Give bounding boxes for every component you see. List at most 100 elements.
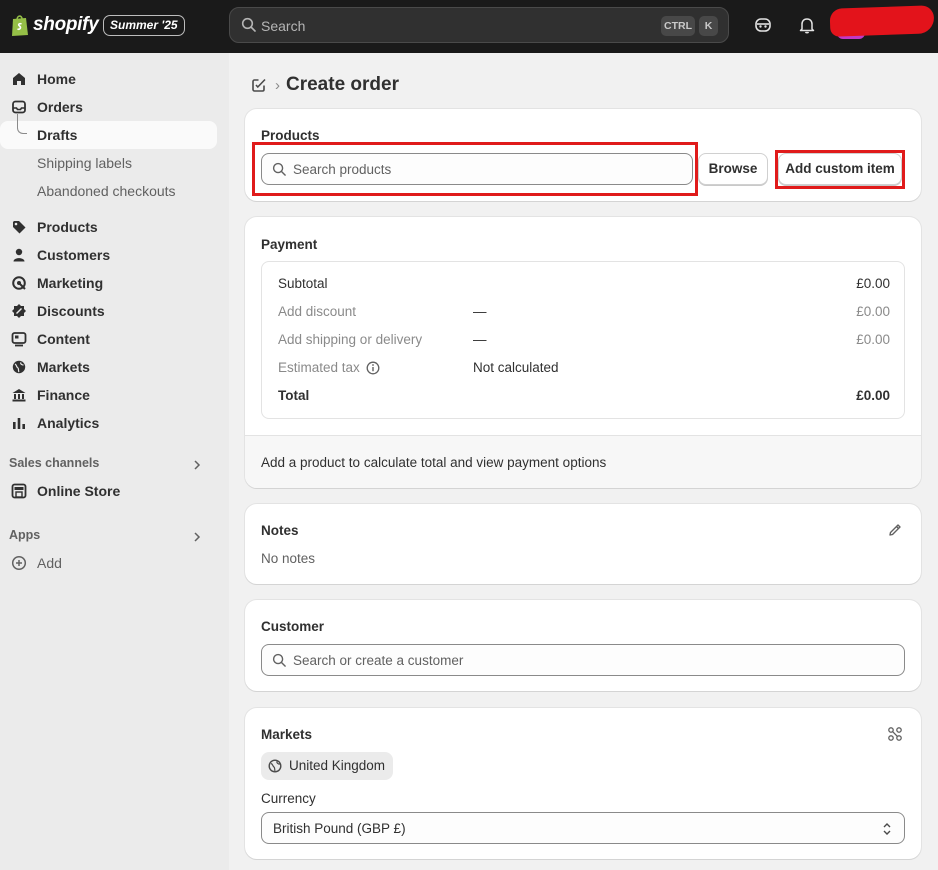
row-label: Subtotal [278, 276, 328, 291]
currency-value: British Pound (GBP £) [273, 821, 406, 836]
row-value: £0.00 [856, 388, 890, 403]
sidebar-item-content[interactable]: Content [0, 325, 229, 353]
notes-card: Notes No notes [245, 504, 921, 584]
sidebar-item-label: Analytics [37, 415, 100, 431]
payment-summary: Subtotal £0.00 Add discount — £0.00 Add … [261, 261, 905, 419]
row-middle: — [473, 304, 487, 319]
chevron-right-icon[interactable] [191, 459, 203, 471]
edition-badge[interactable]: Summer '25 [103, 15, 185, 36]
browse-button[interactable]: Browse [698, 153, 768, 185]
payment-card: Payment Subtotal £0.00 Add discount — £0… [245, 217, 921, 488]
search-placeholder: Search [261, 18, 306, 34]
draft-order-icon[interactable] [251, 77, 267, 93]
shopify-bag-icon [12, 15, 28, 36]
sidebar-item-label: Discounts [37, 303, 105, 319]
total-row: Total £0.00 [278, 386, 890, 406]
person-icon [13, 248, 25, 262]
market-settings-icon[interactable] [887, 726, 903, 742]
sidebar-item-label: Marketing [37, 275, 104, 291]
products-card: Products Search products Browse Add cust… [245, 109, 921, 201]
sidebar-item-products[interactable]: Products [0, 213, 229, 241]
row-label: Estimated tax [278, 360, 360, 375]
top-bar: shopify Summer '25 Search CTRL K [0, 0, 938, 53]
row-value: £0.00 [856, 304, 890, 319]
apps-heading: Apps [9, 528, 41, 542]
currency-select[interactable]: British Pound (GBP £) [261, 812, 905, 844]
sidebar-item-drafts[interactable]: Drafts [0, 121, 217, 149]
shopify-logo[interactable]: shopify [10, 13, 99, 37]
products-title: Products [261, 128, 320, 143]
sidebar-item-orders[interactable]: Orders [0, 93, 229, 121]
sidebar-item-analytics[interactable]: Analytics [0, 409, 229, 437]
sidebar-item-label: Add [37, 555, 62, 571]
payment-title: Payment [261, 237, 318, 252]
row-middle: — [473, 332, 487, 347]
sidebar-item-label: Content [37, 331, 90, 347]
sidebar-item-shipping-labels[interactable]: Shipping labels [0, 149, 229, 177]
sidebar-item-marketing[interactable]: Marketing [0, 269, 229, 297]
brand-name: shopify [33, 14, 99, 35]
target-icon [12, 276, 26, 290]
discount-row: Add discount — £0.00 [278, 302, 890, 322]
page-header: › Create order [251, 73, 399, 97]
customer-title: Customer [261, 619, 325, 634]
sidebar-item-finance[interactable]: Finance [0, 381, 229, 409]
market-name: United Kingdom [289, 758, 386, 773]
sidebar-item-abandoned-checkouts[interactable]: Abandoned checkouts [0, 177, 229, 205]
add-shipping-link[interactable]: Add shipping or delivery [278, 332, 422, 347]
customer-search-input[interactable]: Search or create a customer [261, 644, 905, 676]
sidebar-item-label: Shipping labels [37, 155, 132, 171]
sidebar-item-label: Drafts [37, 127, 78, 143]
sidebar-item-online-store[interactable]: Online Store [0, 477, 229, 505]
redacted-account-name [829, 5, 935, 37]
payment-footer: Add a product to calculate total and vie… [245, 435, 921, 488]
sidebar-item-add-app[interactable]: Add [0, 549, 229, 577]
tag-icon [13, 221, 26, 234]
sidekick-assistant-icon[interactable] [753, 15, 773, 35]
highlight-box-add-custom [775, 150, 905, 189]
customer-card: Customer Search or create a customer [245, 600, 921, 691]
currency-label: Currency [261, 791, 316, 806]
breadcrumb-separator: › [275, 76, 280, 94]
orders-inbox-icon [12, 100, 26, 114]
tax-row: Estimated tax Not calculated [278, 358, 890, 378]
sidebar-item-label: Orders [37, 99, 83, 115]
info-icon[interactable] [366, 361, 380, 375]
main-content: › Create order Products Search products … [229, 53, 938, 870]
sidebar-item-label: Finance [37, 387, 90, 403]
highlight-box-search [252, 142, 698, 196]
sales-channels-heading: Sales channels [9, 456, 100, 470]
market-chip[interactable]: United Kingdom [261, 752, 394, 780]
bank-icon [12, 389, 26, 402]
shortcut-k-key: K [699, 16, 718, 36]
row-middle: Not calculated [473, 360, 559, 375]
page-title: Create order [286, 74, 399, 95]
sidebar-item-label: Online Store [37, 483, 121, 499]
sidebar-item-label: Products [37, 219, 98, 235]
sidebar-item-discounts[interactable]: Discounts [0, 297, 229, 325]
sidebar-item-customers[interactable]: Customers [0, 241, 229, 269]
global-search[interactable]: Search CTRL K [229, 7, 729, 43]
subtotal-row: Subtotal £0.00 [278, 274, 890, 294]
shortcut-ctrl-key: CTRL [661, 16, 695, 36]
search-icon [241, 17, 256, 32]
row-label: Total [278, 388, 310, 403]
select-chevrons-icon [883, 823, 891, 835]
sidebar-item-markets[interactable]: Markets [0, 353, 229, 381]
shipping-row: Add shipping or delivery — £0.00 [278, 330, 890, 350]
markets-card: Markets United Kingdom Currency British … [245, 708, 921, 859]
row-value: £0.00 [856, 276, 890, 291]
sidebar-item-label: Abandoned checkouts [37, 183, 176, 199]
payment-footer-text: Add a product to calculate total and vie… [261, 455, 607, 470]
sidebar-item-label: Customers [37, 247, 111, 263]
edit-pencil-icon[interactable] [887, 522, 903, 538]
chevron-right-icon[interactable] [191, 531, 203, 543]
sidebar-item-home[interactable]: Home [0, 65, 229, 93]
store-icon [11, 483, 27, 499]
add-discount-link[interactable]: Add discount [278, 304, 356, 319]
sidebar-item-label: Home [37, 71, 76, 87]
globe-icon [12, 360, 26, 374]
nav-branch-line [17, 114, 27, 134]
notifications-bell-icon[interactable] [797, 15, 817, 35]
globe-icon [268, 759, 282, 773]
